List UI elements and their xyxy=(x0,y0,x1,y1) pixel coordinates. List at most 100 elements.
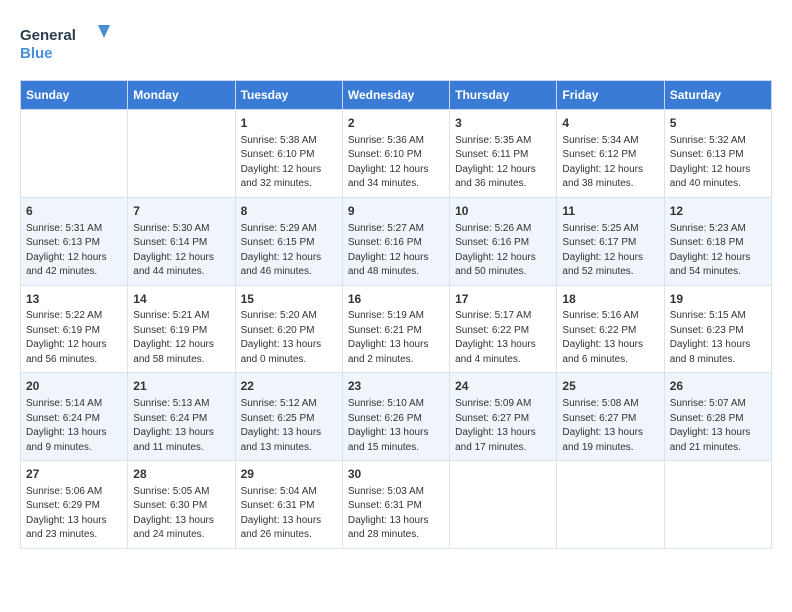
calendar-body: 1 Sunrise: 5:38 AM Sunset: 6:10 PM Daylig… xyxy=(21,110,772,549)
calendar-week-row: 27Sunrise: 5:06 AM Sunset: 6:29 PM Dayli… xyxy=(21,461,772,549)
calendar-table: SundayMondayTuesdayWednesdayThursdayFrid… xyxy=(20,80,772,549)
day-number: 5 xyxy=(670,115,766,132)
svg-text:Blue: Blue xyxy=(20,45,53,62)
day-info: Sunrise: 5:10 AM Sunset: 6:26 PM Dayligh… xyxy=(348,397,444,455)
calendar-cell xyxy=(450,461,557,549)
day-info: Sunrise: 5:14 AM Sunset: 6:24 PM Dayligh… xyxy=(26,397,122,455)
calendar-cell xyxy=(128,110,235,198)
calendar-cell: 28 Sunrise: 5:05 AM Sunset: 6:30 PM Dayli… xyxy=(128,461,235,549)
day-number: 3 xyxy=(455,115,551,132)
header-row: SundayMondayTuesdayWednesdayThursdayFrid… xyxy=(21,81,772,110)
day-info: Sunrise: 5:23 AM Sunset: 6:18 PM Dayligh… xyxy=(670,222,766,280)
day-info: Sunrise: 5:36 AM Sunset: 6:10 PM Dayligh… xyxy=(348,134,444,192)
day-number: 20 xyxy=(26,378,122,395)
calendar-cell: 29 Sunrise: 5:04 AM Sunset: 6:31 PM Dayli… xyxy=(235,461,342,549)
day-number: 25 xyxy=(562,378,658,395)
calendar-cell: 23Sunrise: 5:10 AM Sunset: 6:26 PM Dayli… xyxy=(342,373,449,461)
day-info: Sunrise: 5:07 AM Sunset: 6:28 PM Dayligh… xyxy=(670,397,766,455)
header-cell-thursday: Thursday xyxy=(450,81,557,110)
day-info: Sunrise: 5:19 AM Sunset: 6:21 PM Dayligh… xyxy=(348,309,444,367)
calendar-week-row: 13Sunrise: 5:22 AM Sunset: 6:19 PM Dayli… xyxy=(21,285,772,373)
day-number: 1 xyxy=(241,115,337,132)
calendar-cell: 5 Sunrise: 5:32 AM Sunset: 6:13 PM Daylig… xyxy=(664,110,771,198)
calendar-week-row: 20 Sunrise: 5:14 AM Sunset: 6:24 PM Dayli… xyxy=(21,373,772,461)
calendar-cell: 10Sunrise: 5:26 AM Sunset: 6:16 PM Dayli… xyxy=(450,197,557,285)
calendar-week-row: 1 Sunrise: 5:38 AM Sunset: 6:10 PM Daylig… xyxy=(21,110,772,198)
day-number: 16 xyxy=(348,291,444,308)
calendar-cell: 4 Sunrise: 5:34 AM Sunset: 6:12 PM Daylig… xyxy=(557,110,664,198)
calendar-cell: 20 Sunrise: 5:14 AM Sunset: 6:24 PM Dayli… xyxy=(21,373,128,461)
day-info: Sunrise: 5:30 AM Sunset: 6:14 PM Dayligh… xyxy=(133,222,229,280)
logo: General Blue xyxy=(20,20,110,64)
calendar-cell: 6Sunrise: 5:31 AM Sunset: 6:13 PM Daylig… xyxy=(21,197,128,285)
calendar-cell: 2 Sunrise: 5:36 AM Sunset: 6:10 PM Daylig… xyxy=(342,110,449,198)
day-info: Sunrise: 5:05 AM Sunset: 6:30 PM Dayligh… xyxy=(133,485,229,543)
calendar-cell: 30Sunrise: 5:03 AM Sunset: 6:31 PM Dayli… xyxy=(342,461,449,549)
day-number: 2 xyxy=(348,115,444,132)
calendar-cell xyxy=(557,461,664,549)
day-number: 28 xyxy=(133,466,229,483)
calendar-cell: 3 Sunrise: 5:35 AM Sunset: 6:11 PM Daylig… xyxy=(450,110,557,198)
day-info: Sunrise: 5:04 AM Sunset: 6:31 PM Dayligh… xyxy=(241,485,337,543)
day-number: 11 xyxy=(562,203,658,220)
calendar-cell: 7Sunrise: 5:30 AM Sunset: 6:14 PM Daylig… xyxy=(128,197,235,285)
day-info: Sunrise: 5:32 AM Sunset: 6:13 PM Dayligh… xyxy=(670,134,766,192)
day-number: 9 xyxy=(348,203,444,220)
header-cell-wednesday: Wednesday xyxy=(342,81,449,110)
day-number: 21 xyxy=(133,378,229,395)
header-cell-monday: Monday xyxy=(128,81,235,110)
calendar-cell: 1 Sunrise: 5:38 AM Sunset: 6:10 PM Daylig… xyxy=(235,110,342,198)
day-info: Sunrise: 5:38 AM Sunset: 6:10 PM Dayligh… xyxy=(241,134,337,192)
day-info: Sunrise: 5:08 AM Sunset: 6:27 PM Dayligh… xyxy=(562,397,658,455)
day-number: 26 xyxy=(670,378,766,395)
day-number: 24 xyxy=(455,378,551,395)
calendar-cell: 21 Sunrise: 5:13 AM Sunset: 6:24 PM Dayli… xyxy=(128,373,235,461)
day-info: Sunrise: 5:15 AM Sunset: 6:23 PM Dayligh… xyxy=(670,309,766,367)
day-number: 30 xyxy=(348,466,444,483)
calendar-cell: 18Sunrise: 5:16 AM Sunset: 6:22 PM Dayli… xyxy=(557,285,664,373)
calendar-cell: 12 Sunrise: 5:23 AM Sunset: 6:18 PM Dayli… xyxy=(664,197,771,285)
day-info: Sunrise: 5:09 AM Sunset: 6:27 PM Dayligh… xyxy=(455,397,551,455)
page-header: General Blue xyxy=(20,20,772,64)
day-info: Sunrise: 5:34 AM Sunset: 6:12 PM Dayligh… xyxy=(562,134,658,192)
day-number: 15 xyxy=(241,291,337,308)
day-info: Sunrise: 5:17 AM Sunset: 6:22 PM Dayligh… xyxy=(455,309,551,367)
calendar-cell: 26 Sunrise: 5:07 AM Sunset: 6:28 PM Dayli… xyxy=(664,373,771,461)
calendar-cell: 19Sunrise: 5:15 AM Sunset: 6:23 PM Dayli… xyxy=(664,285,771,373)
day-info: Sunrise: 5:21 AM Sunset: 6:19 PM Dayligh… xyxy=(133,309,229,367)
calendar-cell: 27Sunrise: 5:06 AM Sunset: 6:29 PM Dayli… xyxy=(21,461,128,549)
calendar-cell: 25 Sunrise: 5:08 AM Sunset: 6:27 PM Dayli… xyxy=(557,373,664,461)
calendar-week-row: 6Sunrise: 5:31 AM Sunset: 6:13 PM Daylig… xyxy=(21,197,772,285)
day-info: Sunrise: 5:20 AM Sunset: 6:20 PM Dayligh… xyxy=(241,309,337,367)
day-number: 17 xyxy=(455,291,551,308)
calendar-cell: 8 Sunrise: 5:29 AM Sunset: 6:15 PM Daylig… xyxy=(235,197,342,285)
day-number: 19 xyxy=(670,291,766,308)
calendar-cell: 24 Sunrise: 5:09 AM Sunset: 6:27 PM Dayli… xyxy=(450,373,557,461)
header-cell-tuesday: Tuesday xyxy=(235,81,342,110)
day-info: Sunrise: 5:31 AM Sunset: 6:13 PM Dayligh… xyxy=(26,222,122,280)
day-info: Sunrise: 5:27 AM Sunset: 6:16 PM Dayligh… xyxy=(348,222,444,280)
calendar-header: SundayMondayTuesdayWednesdayThursdayFrid… xyxy=(21,81,772,110)
day-info: Sunrise: 5:35 AM Sunset: 6:11 PM Dayligh… xyxy=(455,134,551,192)
calendar-cell: 17Sunrise: 5:17 AM Sunset: 6:22 PM Dayli… xyxy=(450,285,557,373)
day-number: 8 xyxy=(241,203,337,220)
day-number: 4 xyxy=(562,115,658,132)
header-cell-sunday: Sunday xyxy=(21,81,128,110)
calendar-cell xyxy=(664,461,771,549)
day-info: Sunrise: 5:12 AM Sunset: 6:25 PM Dayligh… xyxy=(241,397,337,455)
logo-svg: General Blue xyxy=(20,20,110,64)
day-number: 14 xyxy=(133,291,229,308)
svg-text:General: General xyxy=(20,27,76,44)
day-number: 22 xyxy=(241,378,337,395)
day-info: Sunrise: 5:13 AM Sunset: 6:24 PM Dayligh… xyxy=(133,397,229,455)
calendar-cell: 15Sunrise: 5:20 AM Sunset: 6:20 PM Dayli… xyxy=(235,285,342,373)
day-number: 18 xyxy=(562,291,658,308)
calendar-cell: 14Sunrise: 5:21 AM Sunset: 6:19 PM Dayli… xyxy=(128,285,235,373)
day-number: 29 xyxy=(241,466,337,483)
day-info: Sunrise: 5:16 AM Sunset: 6:22 PM Dayligh… xyxy=(562,309,658,367)
day-number: 13 xyxy=(26,291,122,308)
day-number: 12 xyxy=(670,203,766,220)
day-info: Sunrise: 5:29 AM Sunset: 6:15 PM Dayligh… xyxy=(241,222,337,280)
day-info: Sunrise: 5:22 AM Sunset: 6:19 PM Dayligh… xyxy=(26,309,122,367)
calendar-cell xyxy=(21,110,128,198)
